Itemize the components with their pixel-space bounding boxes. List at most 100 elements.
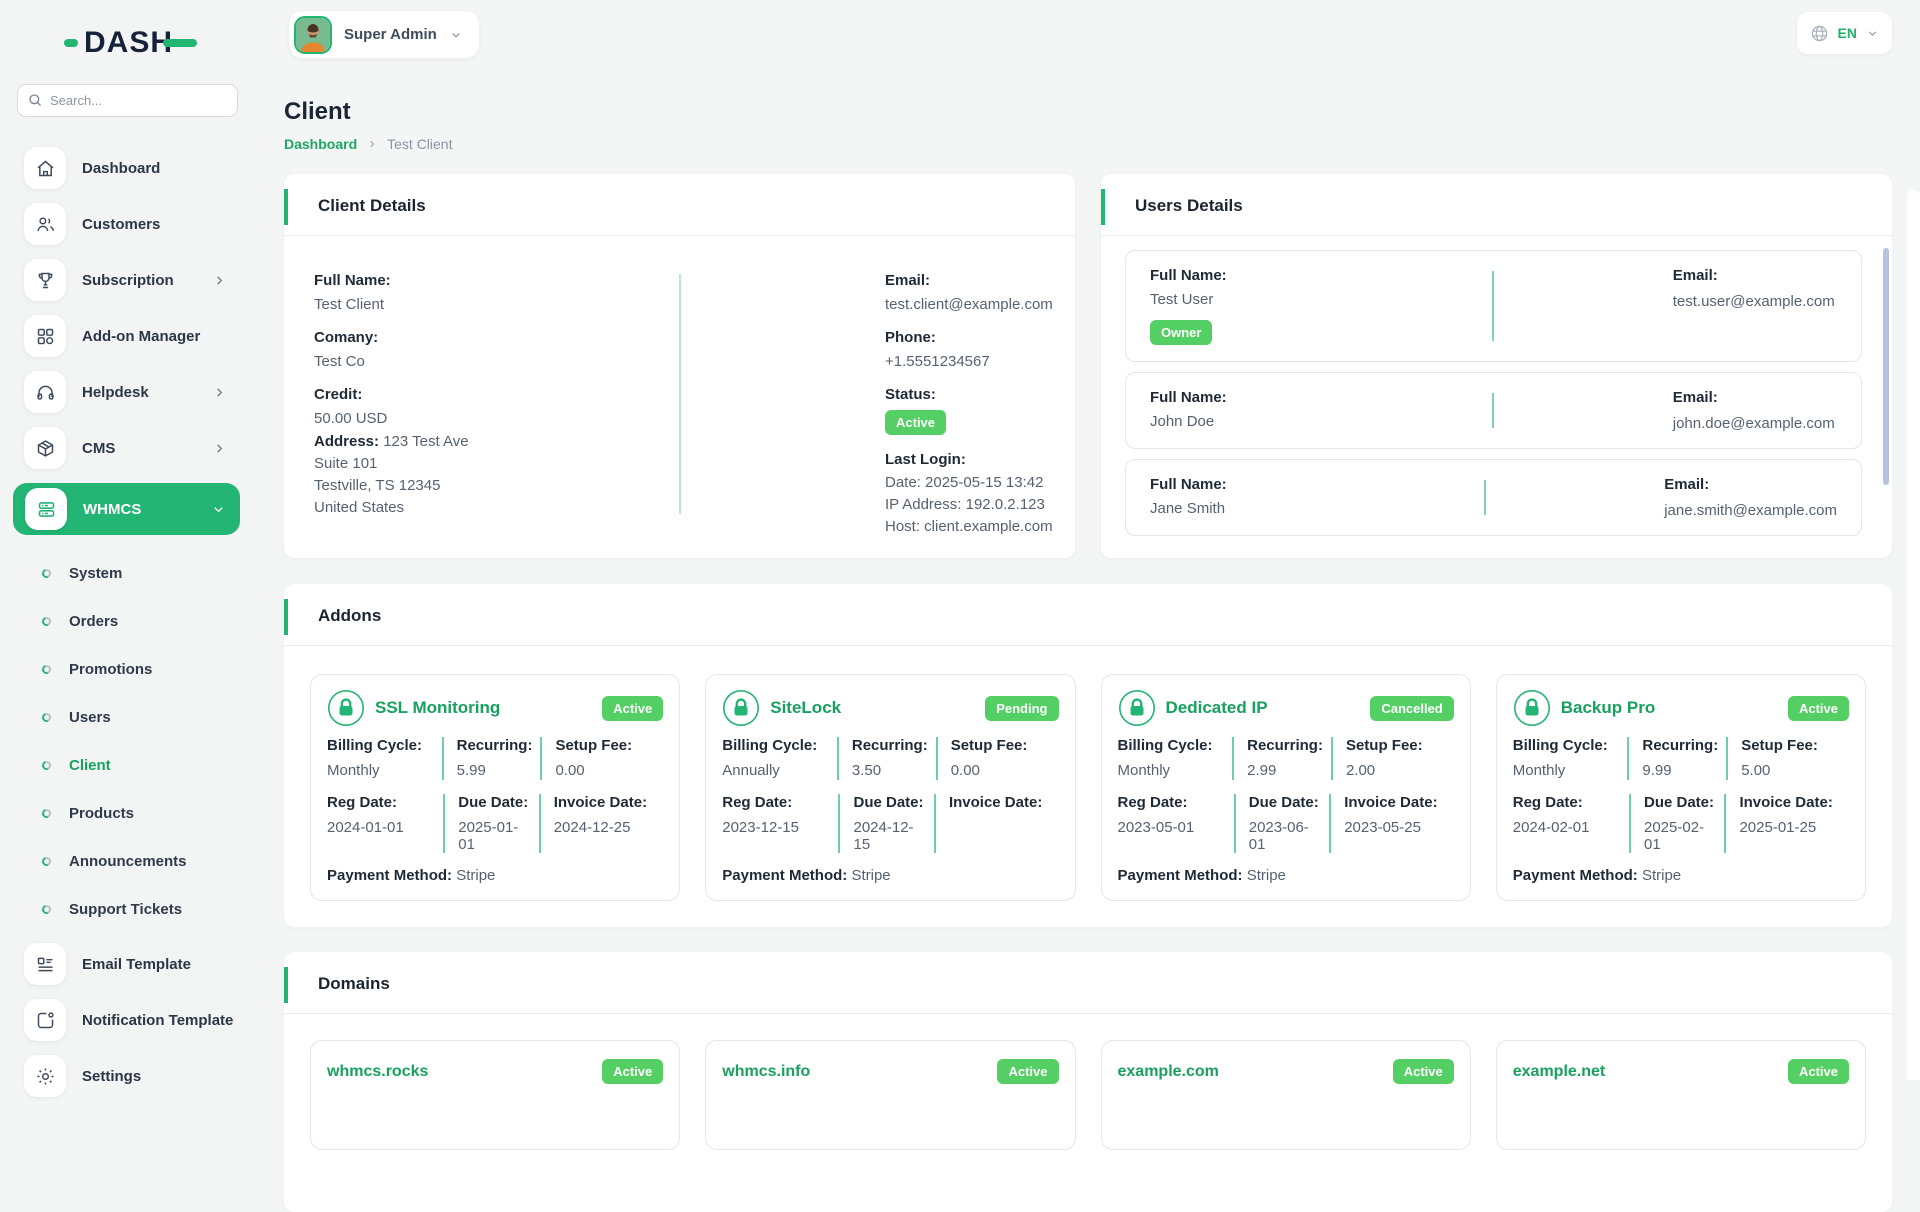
card-title: Domains bbox=[318, 974, 390, 993]
sidebar-search bbox=[17, 84, 238, 117]
lock-icon bbox=[1118, 689, 1156, 727]
field-label: Invoice Date: bbox=[1344, 794, 1446, 811]
status-badge: Active bbox=[1393, 1059, 1454, 1084]
sidebar-item-customers[interactable]: Customers bbox=[12, 203, 253, 245]
field-value bbox=[949, 819, 1051, 837]
client-details-header: Client Details bbox=[284, 174, 1075, 236]
sidebar-item-label: WHMCS bbox=[83, 501, 141, 518]
field-label: Payment Method: bbox=[327, 867, 452, 884]
sidebar-item-orders[interactable]: Orders bbox=[0, 597, 253, 645]
domain-name[interactable]: example.net bbox=[1513, 1063, 1605, 1081]
sidebar-item-users[interactable]: Users bbox=[0, 693, 253, 741]
addon-name[interactable]: Backup Pro bbox=[1561, 698, 1778, 718]
card-title: Client Details bbox=[318, 196, 426, 215]
addon-name[interactable]: Dedicated IP bbox=[1166, 698, 1361, 718]
sidebar-item-dashboard[interactable]: Dashboard bbox=[12, 147, 253, 189]
page-title: Client bbox=[284, 98, 1892, 126]
whmcs-icon bbox=[25, 488, 67, 530]
domain-name[interactable]: whmcs.rocks bbox=[327, 1063, 428, 1081]
field-value: 2025-02-01 bbox=[1644, 819, 1716, 853]
field-label: Due Date: bbox=[1644, 794, 1716, 811]
main-content: Client Dashboard Test Client Client Deta… bbox=[284, 0, 1892, 1212]
users-details-card: Users Details Full Name: Test User Owner… bbox=[1101, 174, 1892, 558]
sidebar-item-label: Orders bbox=[69, 613, 118, 630]
page-scrollbar[interactable] bbox=[1907, 190, 1920, 1080]
sidebar-item-label: Add-on Manager bbox=[82, 328, 200, 345]
field-value: 5.99 bbox=[457, 762, 533, 780]
field-label: Recurring: bbox=[852, 737, 928, 754]
domains-card: Domains whmcs.rocks Active whmcs.info Ac… bbox=[284, 952, 1892, 1212]
addons-header: Addons bbox=[284, 584, 1892, 646]
payment-method: Payment Method: Stripe bbox=[1513, 867, 1849, 884]
domains-header: Domains bbox=[284, 952, 1892, 1014]
status-badge: Active bbox=[885, 410, 946, 435]
address-line: Testville, TS 12345 bbox=[314, 475, 679, 497]
bullet-icon bbox=[41, 567, 53, 579]
field-value: 2023-05-01 bbox=[1118, 819, 1226, 837]
sidebar-item-label: CMS bbox=[82, 440, 115, 457]
field-value: test.client@example.com bbox=[885, 296, 1053, 313]
client-details-card: Client Details Full Name: Test Client Co… bbox=[284, 174, 1075, 558]
sidebar-item-label: Client bbox=[69, 757, 111, 774]
sidebar-item-whmcs[interactable]: WHMCS bbox=[13, 483, 240, 535]
sidebar: DASH Dashboard Customers Subscription Ad… bbox=[0, 0, 253, 1080]
sidebar-item-system[interactable]: System bbox=[0, 549, 253, 597]
chevron-down-icon bbox=[211, 502, 226, 517]
lock-icon bbox=[327, 689, 365, 727]
field-label: Full Name: bbox=[314, 272, 679, 289]
sidebar-item-label: Dashboard bbox=[82, 160, 160, 177]
sidebar-item-label: Promotions bbox=[69, 661, 152, 678]
field-label: Reg Date: bbox=[327, 794, 435, 811]
field-value: Monthly bbox=[1513, 762, 1620, 780]
settings-icon bbox=[24, 1055, 66, 1097]
field-value: 2.99 bbox=[1247, 762, 1323, 780]
status-badge: Active bbox=[1788, 1059, 1849, 1084]
field-value: 0.00 bbox=[555, 762, 655, 780]
sidebar-item-email-template[interactable]: Email Template bbox=[12, 943, 253, 985]
domain-name[interactable]: example.com bbox=[1118, 1063, 1219, 1081]
sidebar-item-products[interactable]: Products bbox=[0, 789, 253, 837]
field-value: Stripe bbox=[456, 867, 495, 884]
user-row: Full Name: Jane Smith Email: jane.smith@… bbox=[1125, 459, 1862, 536]
bullet-icon bbox=[41, 903, 53, 915]
field-value: Jane Smith bbox=[1150, 500, 1484, 517]
field-label: Full Name: bbox=[1150, 267, 1492, 284]
search-input[interactable] bbox=[17, 84, 238, 117]
sidebar-item-addon-manager[interactable]: Add-on Manager bbox=[12, 315, 253, 357]
field-value: 50.00 USD bbox=[314, 410, 679, 427]
breadcrumb: Dashboard Test Client bbox=[284, 136, 1892, 152]
addon-name[interactable]: SiteLock bbox=[770, 698, 975, 718]
sidebar-item-helpdesk[interactable]: Helpdesk bbox=[12, 371, 253, 413]
sidebar-item-settings[interactable]: Settings bbox=[12, 1055, 253, 1097]
sidebar-item-label: Settings bbox=[82, 1068, 141, 1085]
logo[interactable]: DASH bbox=[64, 26, 253, 60]
helpdesk-icon bbox=[24, 371, 66, 413]
field-value: 3.50 bbox=[852, 762, 928, 780]
field-label: Full Name: bbox=[1150, 476, 1484, 493]
sidebar-item-notification-template[interactable]: Notification Template bbox=[12, 999, 253, 1041]
users-scrollbar[interactable] bbox=[1883, 248, 1889, 485]
address-line: Address: 123 Test Ave bbox=[314, 431, 679, 453]
sidebar-item-client[interactable]: Client bbox=[0, 741, 253, 789]
addon-name[interactable]: SSL Monitoring bbox=[375, 698, 592, 718]
field-label: Email: bbox=[1664, 476, 1837, 493]
bullet-icon bbox=[41, 711, 53, 723]
card-title: Users Details bbox=[1135, 196, 1243, 215]
addon-card-dedicated-ip: Dedicated IP Cancelled Billing Cycle:Mon… bbox=[1101, 674, 1471, 901]
domain-name[interactable]: whmcs.info bbox=[722, 1063, 810, 1081]
field-label: Full Name: bbox=[1150, 389, 1492, 406]
sidebar-item-promotions[interactable]: Promotions bbox=[0, 645, 253, 693]
field-label: Due Date: bbox=[853, 794, 925, 811]
sidebar-item-support-tickets[interactable]: Support Tickets bbox=[0, 885, 253, 933]
bullet-icon bbox=[41, 759, 53, 771]
breadcrumb-dashboard-link[interactable]: Dashboard bbox=[284, 136, 357, 152]
sidebar-item-cms[interactable]: CMS bbox=[12, 427, 253, 469]
user-row: Full Name: John Doe Email: john.doe@exam… bbox=[1125, 372, 1862, 449]
lock-icon bbox=[722, 689, 760, 727]
sidebar-item-announcements[interactable]: Announcements bbox=[0, 837, 253, 885]
field-value: 2024-01-01 bbox=[327, 819, 435, 837]
status-badge: Cancelled bbox=[1370, 696, 1453, 721]
field-label: Recurring: bbox=[457, 737, 533, 754]
sidebar-item-subscription[interactable]: Subscription bbox=[12, 259, 253, 301]
chevron-right-icon bbox=[212, 385, 227, 400]
